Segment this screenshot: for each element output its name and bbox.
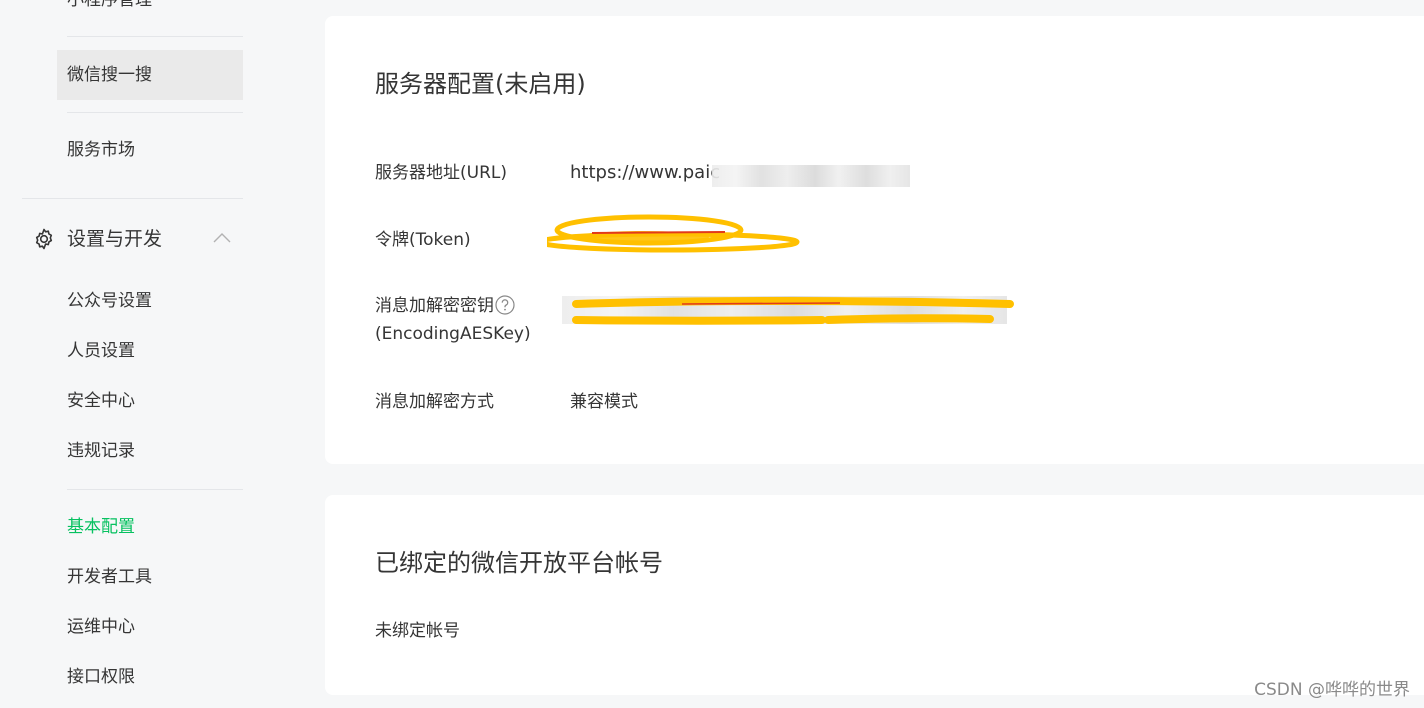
sidebar-item-ops-center[interactable]: 运维中心	[57, 602, 243, 652]
sidebar-group-divider	[22, 198, 243, 199]
sidebar-item-violation-records[interactable]: 违规记录	[57, 426, 243, 476]
sidebar-item-developer-tools[interactable]: 开发者工具	[57, 552, 243, 602]
sidebar-divider	[67, 112, 243, 113]
gear-icon	[35, 228, 53, 250]
aes-key-label-line2: (EncodingAESKey)	[375, 324, 531, 344]
watermark: CSDN @哗哗的世界	[1254, 680, 1410, 700]
sidebar-item-member-settings[interactable]: 人员设置	[57, 326, 243, 376]
sidebar-item-api-permissions[interactable]: 接口权限	[57, 652, 243, 702]
sidebar-item-security-center[interactable]: 安全中心	[57, 376, 243, 426]
redacted-aes-key	[562, 296, 1007, 324]
url-value: https://www.paic	[570, 162, 721, 183]
sidebar-item-miniprogram[interactable]: 小程序管理	[57, 0, 243, 25]
chevron-up-icon[interactable]	[212, 231, 232, 245]
url-label: 服务器地址(URL)	[375, 163, 507, 183]
sidebar-item-account-settings[interactable]: 公众号设置	[57, 276, 243, 326]
open-platform-title: 已绑定的微信开放平台帐号	[375, 549, 663, 577]
aes-key-label: 消息加解密密钥	[375, 292, 515, 320]
aes-key-label-text: 消息加解密密钥	[375, 296, 494, 316]
open-platform-status: 未绑定帐号	[375, 621, 460, 641]
sidebar-group-settings-dev[interactable]: 设置与开发	[32, 222, 243, 256]
encryption-mode-label: 消息加解密方式	[375, 392, 494, 412]
token-redaction-scribble	[547, 214, 800, 253]
token-label: 令牌(Token)	[375, 230, 471, 250]
sidebar-group-label: 设置与开发	[67, 228, 163, 250]
sidebar-item-service-market[interactable]: 服务市场	[57, 125, 243, 175]
redacted-url	[712, 165, 910, 187]
sidebar-item-wechat-search[interactable]: 微信搜一搜	[57, 50, 243, 100]
server-config-title: 服务器配置(未启用)	[375, 70, 586, 98]
open-platform-panel: 已绑定的微信开放平台帐号 未绑定帐号	[325, 495, 1424, 695]
help-icon[interactable]	[495, 295, 515, 315]
sidebar-item-basic-config[interactable]: 基本配置	[57, 502, 243, 552]
server-config-panel: 服务器配置(未启用) 服务器地址(URL) https://www.paic 令…	[325, 16, 1424, 464]
encryption-mode-value: 兼容模式	[570, 392, 638, 412]
sidebar-divider	[67, 489, 243, 490]
sidebar-divider	[67, 36, 243, 37]
sidebar: 小程序管理 微信搜一搜 服务市场 设置与开发 公众号设置 人员设置 安全中心 违…	[0, 0, 300, 708]
